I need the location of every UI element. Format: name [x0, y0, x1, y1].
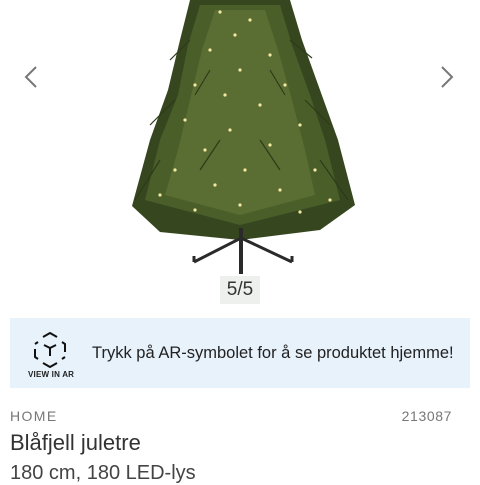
next-image-button[interactable]	[432, 60, 462, 94]
chevron-left-icon	[24, 66, 37, 88]
chevron-right-icon	[441, 66, 454, 88]
brand-link[interactable]: HOME	[10, 408, 58, 424]
product-title: Blåfjell juletre	[10, 430, 141, 455]
image-counter: 5/5	[220, 276, 260, 304]
prev-image-button[interactable]	[16, 60, 46, 94]
ar-cube-icon	[34, 332, 66, 368]
view-in-ar-caption: VIEW IN AR	[28, 370, 75, 379]
product-subtitle: 180 cm, 180 LED-lys	[10, 462, 196, 484]
product-image-gallery[interactable]: 5/5	[0, 0, 480, 312]
product-image	[132, 0, 355, 274]
ar-button[interactable]: VIEW IN AR	[10, 318, 90, 388]
product-sku: 213087	[401, 408, 452, 424]
product-meta: HOME 213087	[10, 408, 452, 424]
view-in-ar-banner[interactable]: VIEW IN AR Trykk på AR-symbolet for å se…	[10, 318, 470, 388]
ar-banner-text: Trykk på AR-symbolet for å se produktet …	[92, 343, 454, 362]
